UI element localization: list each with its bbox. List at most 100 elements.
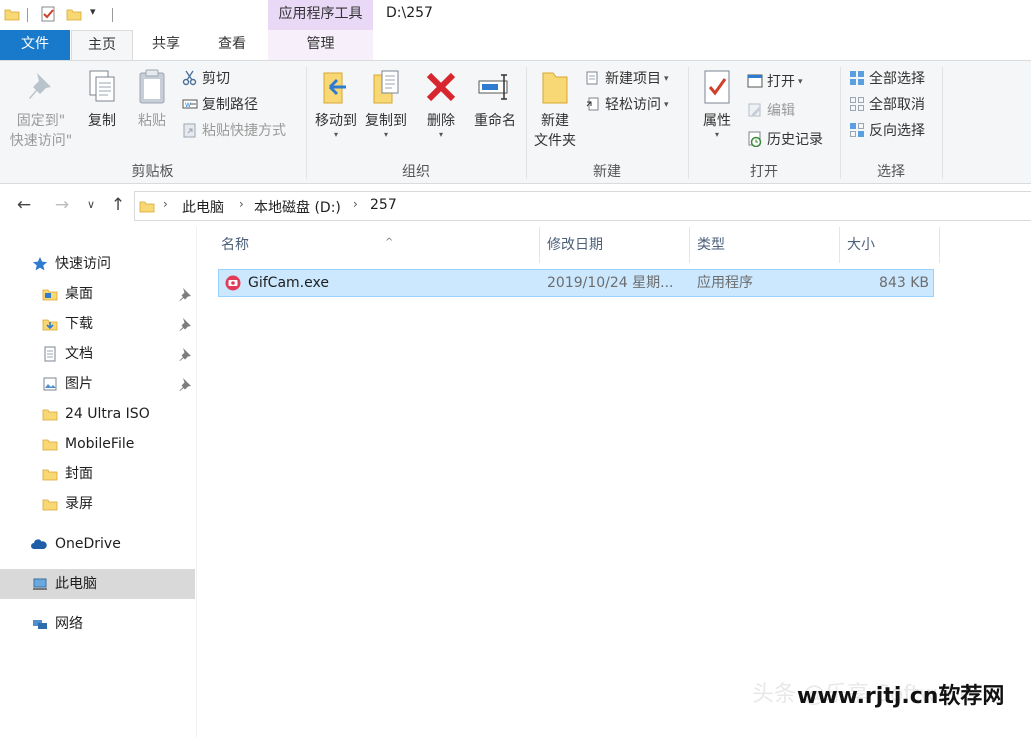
pin-to-quick-access-button[interactable]: 固定到" 快速访问" — [6, 67, 76, 151]
nav-quick-item[interactable]: 文档 — [0, 339, 195, 369]
nav-this-pc[interactable]: 此电脑 — [0, 569, 195, 599]
delete-button[interactable]: 删除 ▾ — [419, 67, 463, 139]
delete-label: 删除 — [427, 113, 455, 129]
paste-shortcut-button[interactable]: 粘贴快捷方式 — [182, 119, 286, 143]
move-to-button[interactable]: 移动到 ▾ — [311, 67, 361, 139]
folder-icon — [4, 9, 20, 21]
nav-onedrive-label: OneDrive — [55, 536, 121, 552]
tab-home[interactable]: 主页 — [71, 30, 133, 61]
tab-manage[interactable]: 管理 — [268, 30, 373, 60]
customize-toolbar-dropdown[interactable]: ▾ — [90, 5, 96, 18]
dropdown-caret: ▾ — [438, 130, 443, 139]
column-name-label: 名称 — [221, 237, 249, 253]
nav-quick-access[interactable]: 快速访问 — [0, 249, 195, 279]
window-title: D:\257 — [386, 5, 433, 21]
nav-quick-item[interactable]: 图片 — [0, 369, 195, 399]
clipboard-group: 固定到" 快速访问" 复制 粘贴 剪切 W 复制路径 粘贴快捷方式 剪贴板 — [0, 61, 305, 184]
navigation-pane: 快速访问 桌面 下载 文档 图片 24 Ultra ISO MobileFile 封面 录屏 … — [0, 227, 197, 737]
clipboard-group-label: 剪贴板 — [131, 164, 174, 180]
edit-icon — [748, 103, 761, 117]
column-divider[interactable] — [939, 227, 940, 263]
pin-label-line1: 固定到" — [16, 113, 66, 129]
nav-quick-item[interactable]: 封面 — [0, 459, 195, 489]
pin-icon[interactable] — [178, 347, 192, 361]
chevron-right-icon: › — [353, 197, 358, 211]
history-button[interactable]: 历史记录 — [747, 128, 823, 152]
invert-selection-button[interactable]: 反向选择 — [849, 119, 925, 143]
nav-this-pc-label: 此电脑 — [55, 576, 97, 592]
rename-icon — [478, 74, 508, 100]
toolbar-separator — [112, 8, 113, 22]
column-header-type[interactable]: 类型 — [689, 227, 839, 263]
file-type: 应用程序 — [697, 275, 753, 291]
nav-onedrive[interactable]: OneDrive — [0, 529, 195, 559]
easy-access-button[interactable]: 轻松访问 ▾ — [585, 93, 669, 117]
nav-quick-item[interactable]: 下载 — [0, 309, 195, 339]
column-header-modified[interactable]: 修改日期 — [539, 227, 689, 263]
select-all-icon — [850, 71, 864, 85]
tab-view[interactable]: 查看 — [199, 30, 265, 60]
open-button[interactable]: 打开 ▾ — [747, 70, 803, 94]
nav-quick-item-label: 文档 — [65, 346, 93, 362]
cut-button[interactable]: 剪切 — [182, 67, 230, 91]
breadcrumb-folder[interactable]: 257 — [370, 197, 397, 213]
edit-button[interactable]: 编辑 — [747, 99, 795, 123]
downloads-folder-icon — [42, 319, 58, 331]
copy-button[interactable]: 复制 — [80, 67, 124, 131]
pin-icon[interactable] — [178, 287, 192, 301]
nav-quick-item[interactable]: 录屏 — [0, 489, 195, 519]
properties-button[interactable]: 属性 ▾ — [695, 67, 739, 139]
back-button[interactable]: ← — [12, 194, 36, 218]
svg-text:W: W — [185, 102, 191, 109]
nav-quick-item-label: 24 Ultra ISO — [65, 406, 150, 422]
documents-icon — [44, 346, 56, 362]
forward-button[interactable]: → — [50, 194, 74, 218]
column-header-name[interactable]: 名称 ^ — [213, 227, 538, 263]
breadcrumb-local-disk[interactable]: 本地磁盘 (D:) — [254, 197, 341, 217]
watermark-site: www.rjtj.cn软荐网 — [797, 684, 1005, 709]
nav-network[interactable]: 网络 — [0, 609, 195, 639]
ribbon-tabs: 文件 主页 共享 查看 管理 — [0, 30, 1031, 61]
new-item-label: 新建项目 — [605, 71, 661, 87]
column-header-size[interactable]: 大小 — [839, 227, 939, 263]
copy-to-label: 复制到 — [365, 113, 407, 129]
dropdown-caret: ▾ — [664, 100, 669, 110]
dropdown-caret: ▾ — [798, 77, 803, 87]
edit-label: 编辑 — [767, 103, 795, 119]
rename-button[interactable]: 重命名 — [469, 67, 521, 131]
properties-icon[interactable] — [40, 6, 56, 22]
select-none-button[interactable]: 全部取消 — [849, 93, 925, 117]
open-group: 属性 ▾ 打开 ▾ 编辑 历史记录 打开 — [689, 61, 839, 184]
history-icon — [748, 131, 762, 147]
new-folder-button[interactable]: 新建 文件夹 — [529, 67, 581, 151]
cloud-icon — [31, 539, 47, 549]
file-row[interactable]: GifCam.exe 2019/10/24 星期... 应用程序 843 KB — [218, 269, 934, 297]
nav-quick-item[interactable]: MobileFile — [0, 429, 195, 459]
pin-icon[interactable] — [178, 317, 192, 331]
paste-button[interactable]: 粘贴 — [130, 67, 174, 131]
nav-quick-item[interactable]: 24 Ultra ISO — [0, 399, 195, 429]
paste-label: 粘贴 — [138, 113, 166, 129]
address-field[interactable]: › 此电脑 › 本地磁盘 (D:) › 257 — [134, 191, 1031, 221]
up-button[interactable]: ↑ — [106, 194, 130, 218]
new-folder-label-line1: 新建 — [541, 113, 569, 129]
tab-share[interactable]: 共享 — [135, 30, 197, 60]
gifcam-app-icon — [225, 275, 241, 291]
breadcrumb-this-pc[interactable]: 此电脑 — [182, 197, 224, 217]
nav-quick-item[interactable]: 桌面 — [0, 279, 195, 309]
recent-locations-dropdown[interactable]: ∨ — [82, 194, 100, 218]
folder-icon — [42, 439, 58, 451]
tab-file[interactable]: 文件 — [0, 30, 70, 60]
copy-path-button[interactable]: W 复制路径 — [182, 93, 258, 117]
copy-to-button[interactable]: 复制到 ▾ — [361, 67, 411, 139]
select-all-button[interactable]: 全部选择 — [849, 67, 925, 91]
new-folder-icon[interactable] — [66, 6, 82, 22]
file-list: 名称 ^ 修改日期 类型 大小 GifCam.exe 2019/10/24 星期.… — [198, 227, 1031, 737]
network-icon — [33, 620, 47, 629]
pin-icon[interactable] — [178, 377, 192, 391]
nav-quick-item-label: 桌面 — [65, 286, 93, 302]
select-all-label: 全部选择 — [869, 71, 925, 87]
nav-quick-item-label: 录屏 — [65, 496, 93, 512]
new-item-button[interactable]: 新建项目 ▾ — [585, 67, 669, 91]
select-none-label: 全部取消 — [869, 97, 925, 113]
